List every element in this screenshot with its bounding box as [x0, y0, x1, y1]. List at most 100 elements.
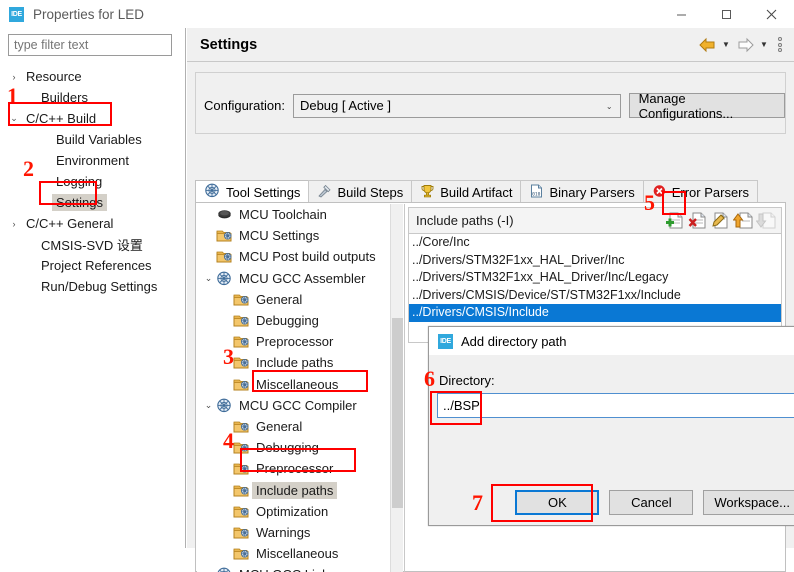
manage-configurations-button[interactable]: Manage Configurations...: [629, 93, 785, 118]
annotation-number-1: 1: [7, 85, 18, 107]
configuration-select[interactable]: Debug [ Active ] ⌄: [293, 94, 621, 118]
tool-tree-item[interactable]: General: [197, 289, 389, 310]
tool-tree-item[interactable]: MCU Settings: [197, 225, 389, 246]
include-path-row[interactable]: ../Drivers/CMSIS/Device/ST/STM32F1xx/Inc…: [409, 287, 781, 305]
tool-tree-item[interactable]: Warnings: [197, 522, 389, 543]
tool-tree-scrollbar-thumb[interactable]: [392, 318, 403, 508]
configuration-groupbox: Configuration: Debug [ Active ] ⌄ Manage…: [195, 72, 786, 134]
tool-tree-item[interactable]: Preprocessor: [197, 458, 389, 479]
configuration-row: Configuration: Debug [ Active ] ⌄ Manage…: [204, 93, 785, 118]
directory-input[interactable]: [437, 393, 794, 418]
delete-path-button[interactable]: [687, 210, 708, 231]
workspace-button[interactable]: Workspace...: [703, 490, 794, 515]
annotation-number-4: 4: [223, 430, 234, 452]
tool-tree-scrollbar[interactable]: [390, 204, 403, 572]
add-path-button[interactable]: [664, 210, 685, 231]
include-path-row[interactable]: ../Drivers/STM32F1xx_HAL_Driver/Inc/Lega…: [409, 269, 781, 287]
tool-tree-item-label: MCU GCC Assembler: [235, 270, 369, 287]
folder-gear-icon: [233, 525, 250, 540]
sidebar-item[interactable]: Run/Debug Settings: [0, 276, 186, 297]
tool-tree-item[interactable]: Debugging: [197, 310, 389, 331]
sidebar-item-label: Resource: [22, 68, 86, 85]
tree-twisty-icon[interactable]: ⌄: [6, 113, 22, 124]
sidebar-item-label: Run/Debug Settings: [37, 278, 161, 295]
tree-twisty-icon[interactable]: ›: [6, 72, 22, 82]
edit-path-button[interactable]: [710, 210, 731, 231]
tool-tree: MCU ToolchainMCU Settings MCU Post build …: [197, 204, 403, 572]
sidebar-item[interactable]: Builders: [0, 87, 186, 108]
tool-tree-item[interactable]: ⌄MCU GCC Linker: [197, 564, 389, 572]
tool-tree-item[interactable]: ⌄MCU GCC Compiler: [197, 395, 389, 416]
tool-tree-item[interactable]: MCU Post build outputs: [197, 246, 389, 267]
back-history-chevron-down-icon[interactable]: ▼: [720, 34, 732, 56]
tool-tree-item[interactable]: ⌄ MCU GCC Assembler: [197, 268, 389, 289]
forward-history-chevron-down-icon[interactable]: ▼: [758, 34, 770, 56]
chevron-down-icon: ⌄: [606, 102, 613, 111]
dialog-body: Directory:: [429, 355, 794, 499]
sidebar-item[interactable]: ⌄C/C++ Build: [0, 108, 186, 129]
sidebar-item[interactable]: ›Resource: [0, 66, 186, 87]
sidebar-item[interactable]: Build Variables: [0, 129, 186, 150]
tab-build-steps[interactable]: Build Steps: [308, 180, 412, 203]
binary-icon: 010: [529, 184, 544, 201]
close-icon[interactable]: [749, 0, 794, 28]
minimize-icon[interactable]: [659, 0, 704, 28]
settings-tabs: Tool SettingsBuild StepsBuild Artifact01…: [195, 180, 786, 203]
back-arrow-icon[interactable]: [696, 34, 718, 56]
annotation-number-5: 5: [644, 192, 655, 214]
tab-label: Tool Settings: [226, 185, 300, 200]
sidebar-item[interactable]: Settings: [0, 192, 186, 213]
sidebar-item-label: Build Variables: [52, 131, 146, 148]
tool-tree-item-label: General: [252, 291, 306, 308]
tree-twisty-icon[interactable]: ⌄: [201, 273, 216, 284]
tool-tree-item-label: Optimization: [252, 503, 332, 520]
forward-arrow-icon[interactable]: [734, 34, 756, 56]
tab-build-artifact[interactable]: Build Artifact: [411, 180, 521, 203]
sidebar-item-label: Environment: [52, 152, 133, 169]
sidebar-item[interactable]: CMSIS-SVD 设置: [0, 234, 186, 255]
compass-icon: [204, 183, 221, 201]
maximize-icon[interactable]: [704, 0, 749, 28]
tool-tree-item[interactable]: MCU Toolchain: [197, 204, 389, 225]
folder-gear-icon: [233, 334, 250, 349]
folder-gear-icon: [233, 440, 250, 455]
sidebar-tree: ›ResourceBuilders⌄C/C++ BuildBuild Varia…: [0, 66, 186, 297]
folder-gear-icon: [233, 313, 250, 328]
tab-tool-settings[interactable]: Tool Settings: [195, 180, 309, 203]
tool-tree-item-label: MCU Post build outputs: [235, 248, 380, 265]
configuration-label: Configuration:: [204, 98, 285, 113]
folder-gear-icon: [233, 292, 250, 307]
tool-tree-item[interactable]: Include paths: [197, 479, 389, 500]
filter-input[interactable]: [8, 34, 172, 56]
ok-button[interactable]: OK: [515, 490, 599, 515]
include-path-row[interactable]: ../Drivers/STM32F1xx_HAL_Driver/Inc: [409, 252, 781, 270]
page-title: Settings: [200, 37, 257, 53]
tab-label: Build Steps: [337, 185, 403, 200]
view-menu-icon[interactable]: [772, 34, 788, 56]
sidebar-item-label: Logging: [52, 173, 106, 190]
tab-binary-parsers[interactable]: 010Binary Parsers: [520, 180, 643, 203]
cancel-button[interactable]: Cancel: [609, 490, 693, 515]
sidebar-item[interactable]: Project References: [0, 255, 186, 276]
chip-icon: [216, 207, 233, 222]
tree-twisty-icon[interactable]: ⌄: [201, 400, 216, 411]
include-path-row[interactable]: ../Core/Inc: [409, 234, 781, 252]
tab-label: Error Parsers: [672, 185, 749, 200]
dialog-button-row: OK Cancel Workspace...: [429, 479, 794, 525]
compass-icon: [216, 271, 233, 286]
sidebar-item[interactable]: ›C/C++ General: [0, 213, 186, 234]
compass-icon: [216, 567, 233, 572]
folder-gear-icon: [216, 228, 233, 243]
sidebar-item-label: CMSIS-SVD 设置: [37, 234, 147, 255]
tree-twisty-icon[interactable]: ›: [6, 219, 22, 229]
dialog-app-logo-icon: IDE: [438, 334, 453, 349]
tool-tree-item[interactable]: Optimization: [197, 501, 389, 522]
tool-tree-item[interactable]: Miscellaneous: [197, 543, 389, 564]
include-path-row[interactable]: ../Drivers/CMSIS/Include: [409, 304, 781, 322]
compass-icon: [216, 398, 233, 413]
tool-tree-item[interactable]: Miscellaneous: [197, 374, 389, 395]
move-up-button[interactable]: [733, 210, 754, 231]
tab-error-parsers[interactable]: Error Parsers: [643, 180, 758, 203]
tool-tree-item-label: Preprocessor: [252, 460, 337, 477]
tool-tree-item-label: Include paths: [252, 482, 337, 499]
